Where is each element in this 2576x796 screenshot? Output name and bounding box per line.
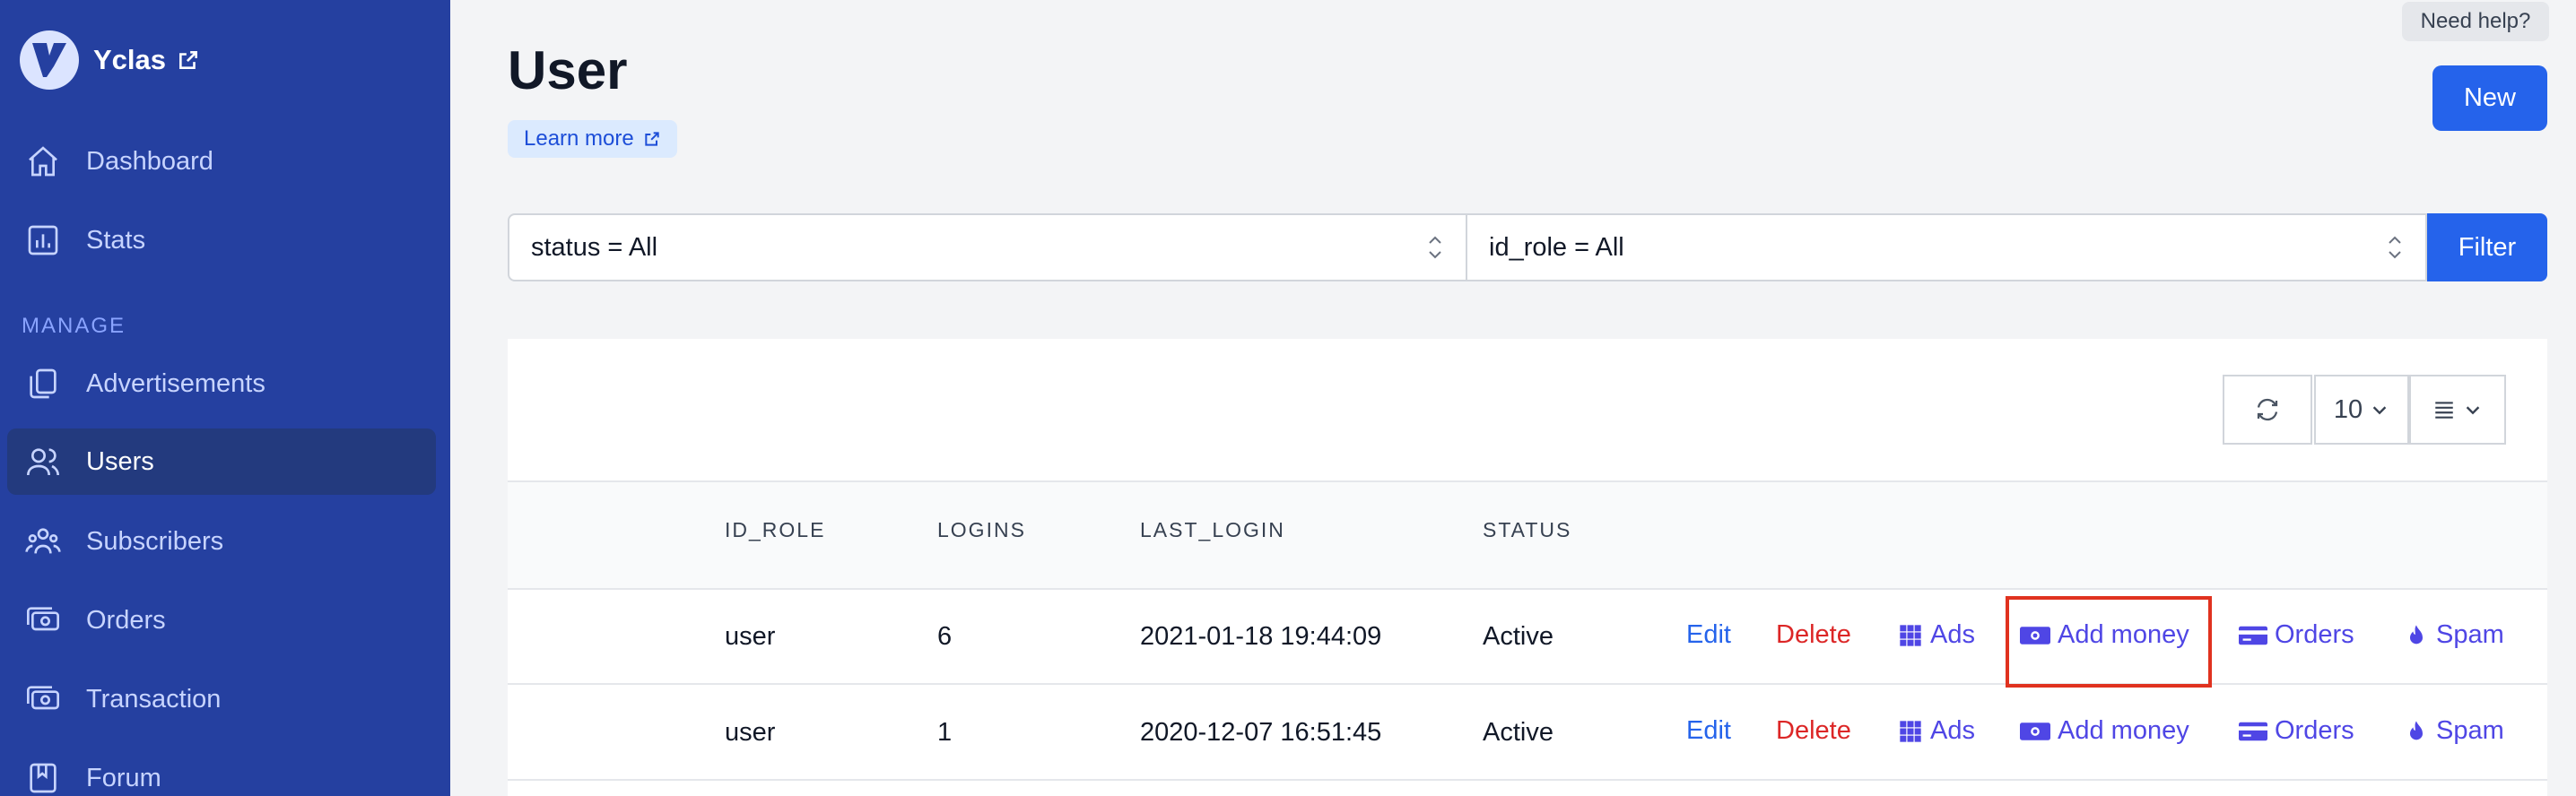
sidebar-item-label: Forum <box>86 763 161 792</box>
sidebar-item-forum[interactable]: Forum <box>7 745 436 796</box>
grid-icon <box>1900 624 1921 646</box>
need-help-button[interactable]: Need help? <box>2402 2 2549 41</box>
page-size-value: 10 <box>2333 394 2363 424</box>
list-icon <box>2435 402 2453 419</box>
sidebar-item-orders[interactable]: Orders <box>7 587 436 653</box>
sidebar-item-label: Orders <box>86 605 166 635</box>
cash-icon <box>23 679 63 719</box>
yclas-logo-icon <box>20 30 79 90</box>
refresh-icon <box>2257 398 2278 421</box>
delete-link[interactable]: Delete <box>1776 620 1851 650</box>
chevron-down-icon <box>2372 406 2387 415</box>
fire-icon <box>2410 720 2423 740</box>
select-arrows-icon <box>2384 232 2406 263</box>
sidebar-item-label: Stats <box>86 225 146 255</box>
sidebar-item-label: Transaction <box>86 684 222 714</box>
status-select-value: status = All <box>531 232 658 262</box>
column-header-last-login[interactable]: LAST_LOGIN <box>1140 518 1285 542</box>
column-header-status[interactable]: STATUS <box>1483 518 1571 542</box>
sidebar-item-transaction[interactable]: Transaction <box>7 666 436 732</box>
brand[interactable]: Yclas <box>20 29 200 91</box>
sidebar-item-advertisements[interactable]: Advertisements <box>7 350 436 417</box>
cell-last-login: 2020-12-07 16:51:45 <box>1140 718 1382 747</box>
refresh-button[interactable] <box>2223 375 2312 445</box>
column-header-id-role[interactable]: ID_ROLE <box>725 518 825 542</box>
user-group-icon <box>23 522 63 561</box>
learn-more-label: Learn more <box>524 126 634 151</box>
table-row: user 1 2020-12-07 16:51:45 Active Edit D… <box>508 686 2547 781</box>
page-title: User <box>508 40 628 100</box>
home-icon <box>23 142 63 181</box>
sidebar-item-dashboard[interactable]: Dashboard <box>7 128 436 195</box>
cell-logins: 1 <box>937 718 953 747</box>
external-link-icon <box>179 51 197 69</box>
spam-label: Spam <box>2436 620 2504 649</box>
credit-card-icon <box>2239 722 2267 740</box>
sidebar-item-users[interactable]: Users <box>7 428 436 495</box>
cell-status: Active <box>1483 622 1553 651</box>
grid-icon <box>1900 720 1921 742</box>
spam-link[interactable]: Spam <box>2404 620 2504 650</box>
add-money-label: Add money <box>2058 716 2189 745</box>
ads-link[interactable]: Ads <box>1898 620 1975 650</box>
new-button[interactable]: New <box>2432 65 2547 131</box>
id-role-select[interactable]: id_role = All <box>1466 213 2427 281</box>
spam-label: Spam <box>2436 716 2504 745</box>
sidebar-item-label: Subscribers <box>86 526 224 556</box>
ads-label: Ads <box>1930 620 1975 649</box>
status-select[interactable]: status = All <box>508 213 1467 281</box>
sidebar-item-label: Users <box>86 446 154 476</box>
cell-id-role: user <box>725 718 776 747</box>
users-icon <box>23 442 63 481</box>
cell-last-login: 2021-01-18 19:44:09 <box>1140 622 1382 651</box>
cell-logins: 6 <box>937 622 953 651</box>
brand-name: Yclas <box>93 44 167 75</box>
fire-icon <box>2410 624 2423 644</box>
spam-link[interactable]: Spam <box>2404 716 2504 746</box>
credit-card-icon <box>2239 626 2267 645</box>
external-link-icon <box>645 132 659 146</box>
table-row: user 6 2021-01-18 19:44:09 Active Edit D… <box>508 590 2547 685</box>
cash-icon <box>23 601 63 640</box>
select-arrows-icon <box>1424 232 1446 263</box>
cell-status: Active <box>1483 718 1553 747</box>
documents-icon <box>23 364 63 403</box>
ads-label: Ads <box>1930 716 1975 745</box>
add-money-link[interactable]: Add money <box>2020 716 2189 746</box>
orders-link[interactable]: Orders <box>2239 716 2354 746</box>
orders-link[interactable]: Orders <box>2239 620 2354 650</box>
sidebar-item-subscribers[interactable]: Subscribers <box>7 508 436 575</box>
edit-link[interactable]: Edit <box>1686 620 1731 650</box>
sidebar: Yclas Dashboard Stats MANAGE Advertiseme… <box>0 0 450 796</box>
learn-more-link[interactable]: Learn more <box>508 120 677 158</box>
orders-label: Orders <box>2275 620 2354 649</box>
filter-button[interactable]: Filter <box>2427 213 2547 281</box>
delete-link[interactable]: Delete <box>1776 716 1851 746</box>
columns-dropdown[interactable] <box>2409 375 2506 445</box>
orders-label: Orders <box>2275 716 2354 745</box>
highlight-box <box>2006 596 2212 688</box>
cell-id-role: user <box>725 622 776 651</box>
sidebar-item-label: Dashboard <box>86 146 213 176</box>
sidebar-item-label: Advertisements <box>86 368 265 398</box>
cash-icon <box>2020 722 2050 740</box>
id-role-select-value: id_role = All <box>1489 232 1624 262</box>
section-label-manage: MANAGE <box>22 314 126 338</box>
chevron-down-icon <box>2466 406 2480 415</box>
chart-icon <box>23 221 63 260</box>
book-icon <box>23 758 63 796</box>
sidebar-item-stats[interactable]: Stats <box>7 207 436 273</box>
ads-link[interactable]: Ads <box>1898 716 1975 746</box>
column-header-logins[interactable]: LOGINS <box>937 518 1026 542</box>
table-header: ID_ROLE LOGINS LAST_LOGIN STATUS <box>508 480 2547 590</box>
page-size-dropdown[interactable]: 10 <box>2314 375 2409 445</box>
edit-link[interactable]: Edit <box>1686 716 1731 746</box>
